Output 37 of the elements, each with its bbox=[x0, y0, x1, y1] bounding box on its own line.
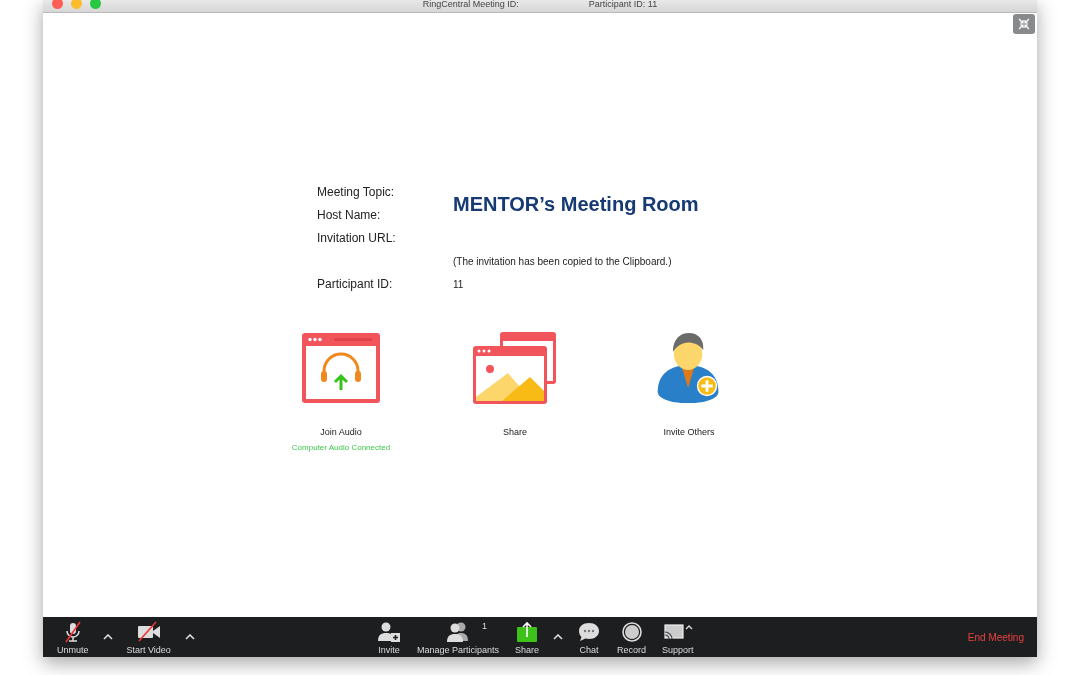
collapse-arrows-icon bbox=[1018, 18, 1030, 30]
caret-icon bbox=[184, 634, 195, 640]
headphones-window-icon bbox=[301, 331, 381, 405]
people-icon bbox=[445, 621, 471, 643]
info-label: Participant ID: bbox=[317, 276, 394, 293]
caret-icon bbox=[102, 634, 113, 640]
picture-windows-icon bbox=[472, 331, 558, 405]
invitation-note: (The invitation has been copied to the Clipboard.) bbox=[453, 255, 673, 269]
info-label: Host Name: bbox=[317, 207, 382, 224]
invite-action-button[interactable]: Invite Others bbox=[654, 331, 724, 437]
end-meeting-button[interactable]: End Meeting bbox=[961, 630, 1030, 644]
participants-button[interactable]: Manage Participants 1 bbox=[411, 617, 506, 657]
mic-button[interactable]: Unmute bbox=[51, 617, 95, 657]
fullscreen-button[interactable] bbox=[1013, 14, 1035, 34]
meeting-topic: MENTOR’s Meeting Room bbox=[453, 192, 700, 216]
record-icon bbox=[620, 621, 643, 643]
invite-button[interactable]: Invite bbox=[371, 617, 407, 657]
participant-id: 11 bbox=[453, 278, 465, 292]
share-action-button[interactable]: Share bbox=[472, 331, 558, 437]
window-title: RingCentral Meeting ID: bbox=[422, 0, 519, 9]
video-button[interactable]: Start Video bbox=[120, 617, 177, 657]
support-button[interactable]: Support bbox=[656, 617, 700, 657]
add-person-icon bbox=[377, 621, 401, 643]
record-button[interactable]: Record bbox=[611, 617, 653, 657]
chat-bubble-icon bbox=[577, 621, 602, 643]
audio-action-button[interactable]: Join Audio bbox=[301, 331, 381, 437]
close-button[interactable] bbox=[52, 0, 63, 9]
info-label: Meeting Topic: bbox=[317, 184, 396, 201]
share-screen-icon bbox=[516, 621, 539, 643]
audio-status: Computer Audio Connected bbox=[291, 443, 391, 452]
window-title: Participant ID: 11 bbox=[588, 0, 658, 9]
video-off-icon bbox=[135, 621, 162, 643]
chat-button[interactable]: Chat bbox=[571, 617, 608, 657]
caret-icon bbox=[553, 634, 564, 640]
info-label: Invitation URL: bbox=[317, 230, 397, 247]
share-button[interactable]: Share bbox=[509, 617, 546, 657]
participant-count: 1 bbox=[482, 621, 488, 631]
